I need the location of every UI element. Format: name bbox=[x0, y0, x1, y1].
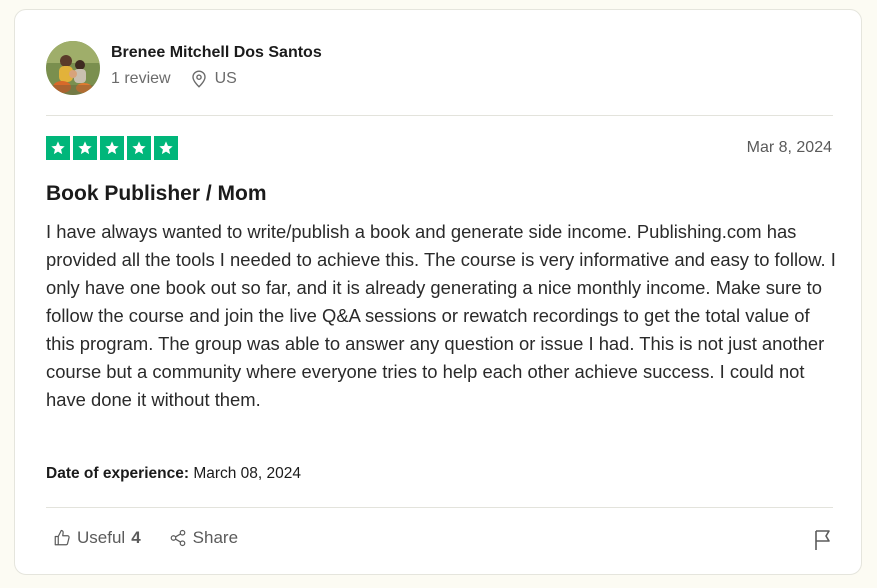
flag-icon bbox=[813, 529, 833, 551]
avatar[interactable] bbox=[46, 41, 100, 95]
star-icon bbox=[100, 136, 124, 160]
experience-label: Date of experience: bbox=[46, 465, 189, 482]
star-rating bbox=[46, 136, 178, 160]
experience-value: March 08, 2024 bbox=[193, 465, 302, 482]
share-button[interactable]: Share bbox=[169, 528, 238, 548]
useful-count: 4 bbox=[131, 528, 141, 547]
star-icon bbox=[154, 136, 178, 160]
footer-divider bbox=[46, 507, 833, 508]
review-title[interactable]: Book Publisher / Mom bbox=[46, 182, 267, 206]
reviewer-country: US bbox=[214, 70, 237, 87]
review-text: I have always wanted to write/publish a … bbox=[46, 221, 836, 410]
thumbs-up-icon bbox=[53, 529, 71, 547]
experience-date: Date of experience: March 08, 2024 bbox=[46, 465, 301, 483]
useful-label: Useful bbox=[77, 528, 126, 547]
location-pin-icon bbox=[191, 70, 207, 88]
star-icon bbox=[127, 136, 151, 160]
star-icon bbox=[73, 136, 97, 160]
review-actions: Useful 4 Share bbox=[53, 528, 238, 548]
share-label: Share bbox=[192, 528, 239, 547]
review-count[interactable]: 1 review bbox=[111, 70, 171, 88]
share-icon bbox=[169, 529, 187, 547]
review-date: Mar 8, 2024 bbox=[746, 139, 832, 156]
review-card: Brenee Mitchell Dos Santos 1 review US M… bbox=[14, 9, 862, 575]
reviewer-name[interactable]: Brenee Mitchell Dos Santos bbox=[111, 44, 322, 62]
reviewer-meta: 1 review US bbox=[111, 70, 237, 88]
flag-button[interactable] bbox=[812, 528, 834, 552]
useful-button[interactable]: Useful 4 bbox=[53, 528, 141, 548]
star-icon bbox=[46, 136, 70, 160]
header-divider bbox=[46, 115, 833, 116]
